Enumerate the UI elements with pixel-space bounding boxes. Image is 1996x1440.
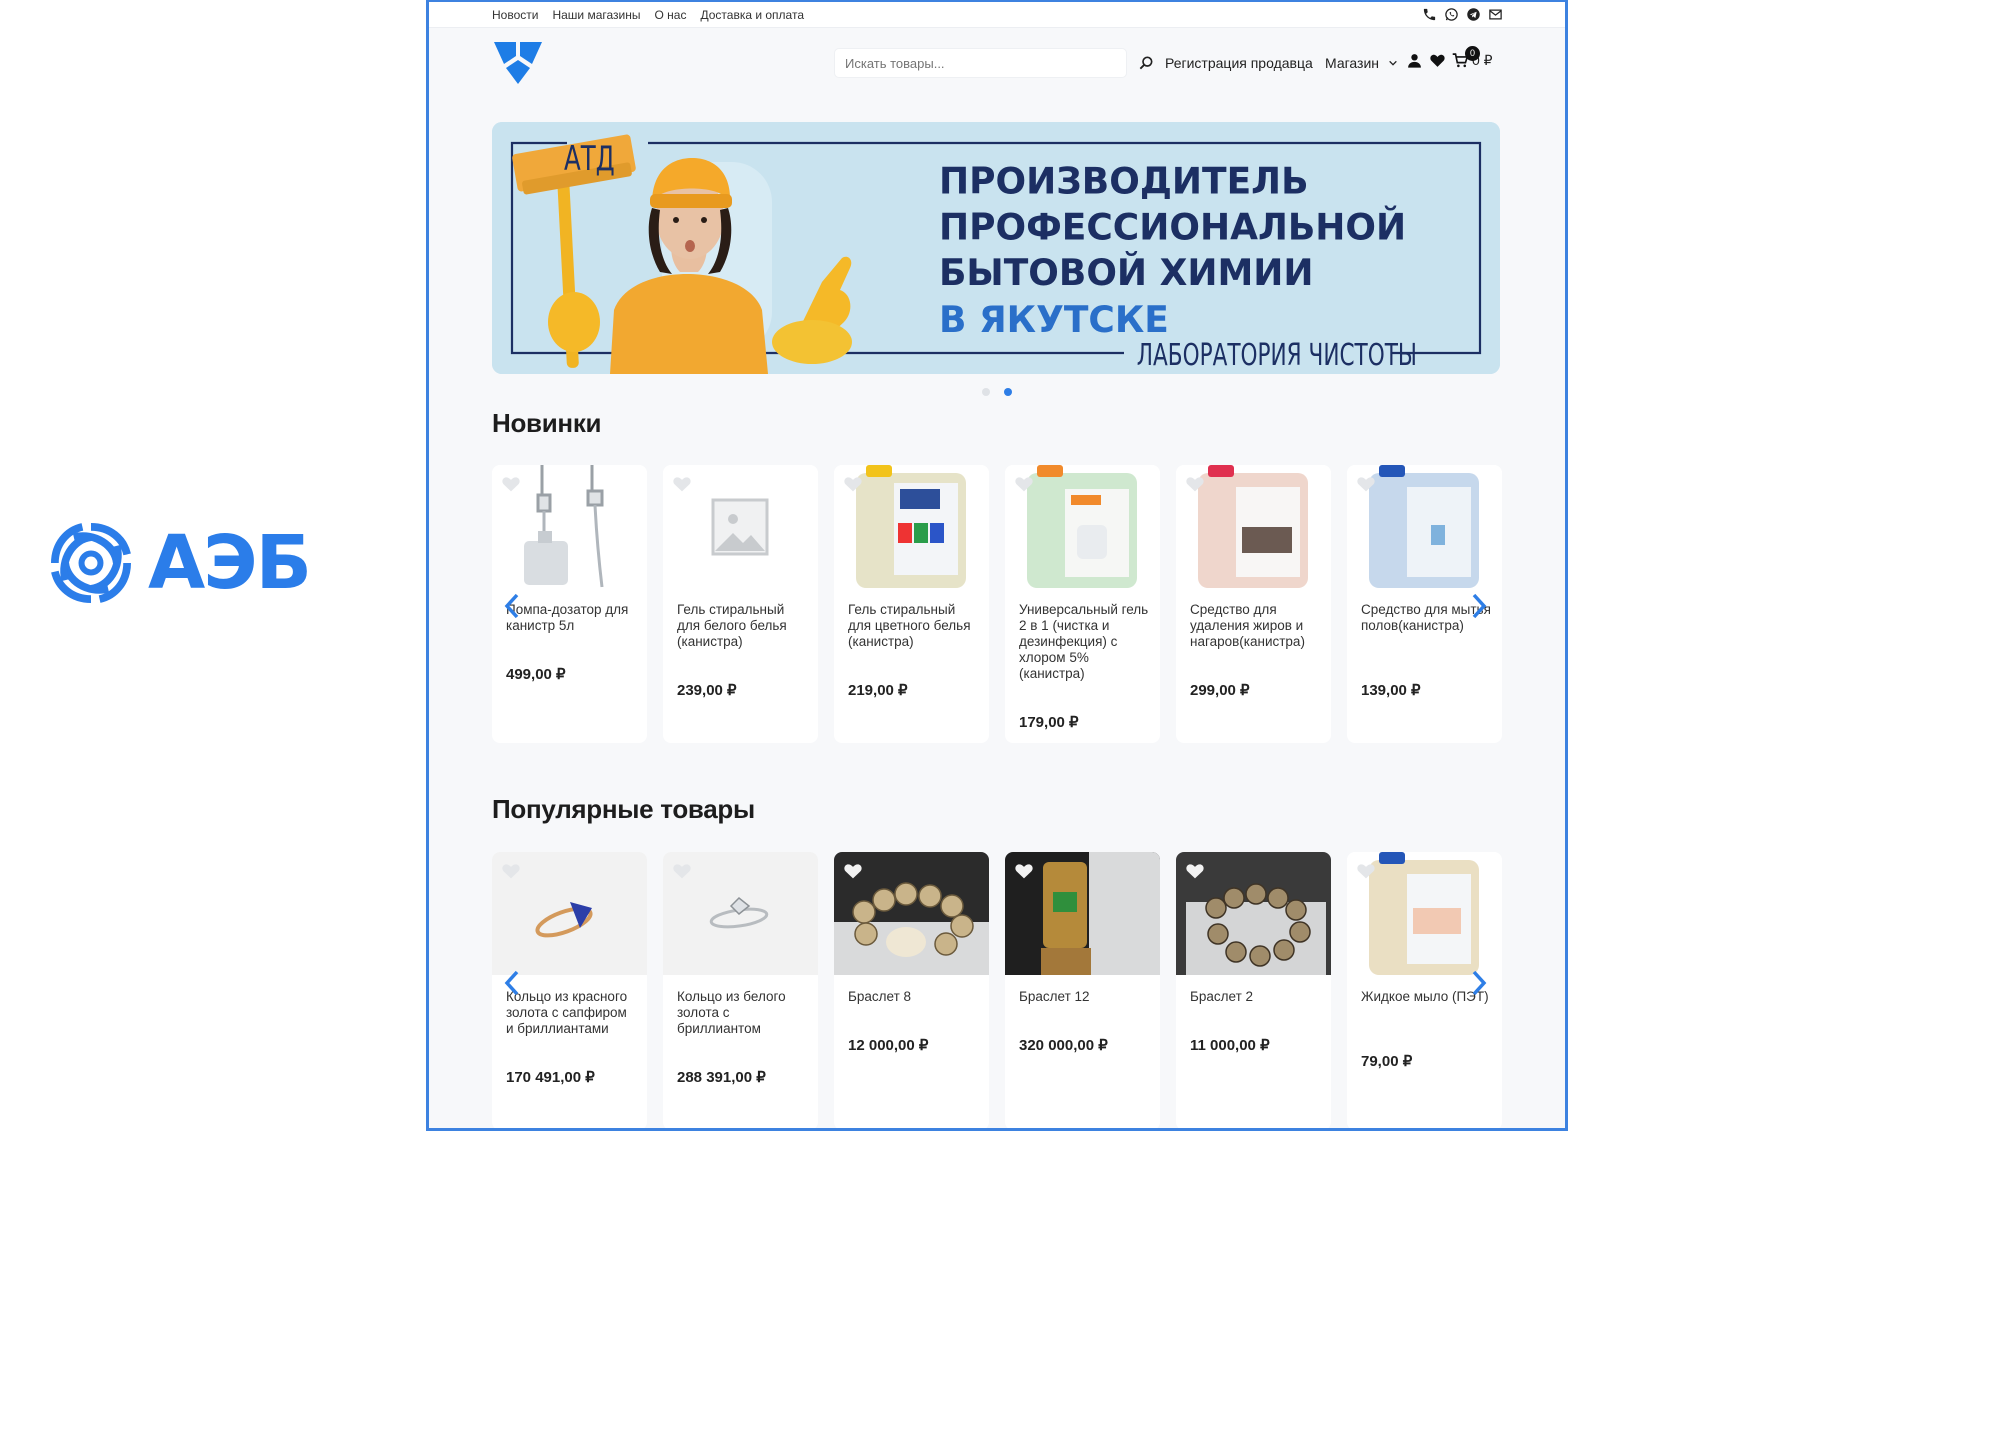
product-name[interactable]: Браслет 2 [1190,989,1320,1005]
product-name[interactable]: Браслет 8 [848,989,978,1005]
product-name[interactable]: Помпа-дозатор для канистр 5л [506,602,636,634]
wishlist-heart-icon[interactable] [1014,862,1034,880]
product-name[interactable]: Браслет 12 [1019,989,1149,1005]
banner-brand-text: АТД [564,139,615,179]
search-input[interactable] [834,48,1127,78]
banner-line-2: ПРОФЕССИОНАЛЬНОЙ [939,205,1406,248]
product-card[interactable]: Браслет 2 11 000,00 ₽ [1176,852,1331,1128]
social-links [1422,7,1503,22]
heart-icon[interactable] [1429,52,1446,69]
section-title-new: Новинки [492,408,602,438]
product-price: 139,00 ₽ [1361,682,1421,699]
cart-count-badge: 0 [1465,46,1480,61]
popular-products-carousel: Кольцо из красного золота с сапфиром и б… [492,852,1502,1128]
banner-line-3: БЫТОВОЙ ХИМИИ [939,251,1314,294]
wishlist-heart-icon[interactable] [843,862,863,880]
product-name[interactable]: Кольцо из белого золота с бриллиантом [677,989,807,1037]
carousel-prev-arrow-icon[interactable] [504,970,520,996]
banner-line-1: ПРОИЗВОДИТЕЛЬ [939,159,1309,202]
chevron-down-icon [1389,60,1397,66]
product-price: 288 391,00 ₽ [677,1069,766,1086]
product-price: 79,00 ₽ [1361,1053,1413,1070]
product-name[interactable]: Гель стиральный для цветного белья (кани… [848,602,978,650]
promo-banner[interactable]: АТД ПРОИЗВОДИТЕЛЬ ПРОФЕССИОНАЛЬНОЙ БЫТОВ… [492,122,1500,374]
nav-link-delivery[interactable]: Доставка и оплата [700,8,804,22]
brand-name: АЭБ [148,520,312,606]
product-name[interactable]: Кольцо из красного золота с сапфиром и б… [506,989,636,1037]
mail-icon[interactable] [1488,7,1503,22]
nav-link-about[interactable]: О нас [655,8,687,22]
banner-line-4: В ЯКУТСКЕ [939,298,1169,341]
product-card[interactable]: Средство для удаления жиров и нагаров(ка… [1176,465,1331,743]
wishlist-heart-icon[interactable] [1185,475,1205,493]
wishlist-heart-icon[interactable] [672,862,692,880]
nav-link-stores[interactable]: Наши магазины [552,8,640,22]
slider-dot-2[interactable] [1004,388,1012,396]
site-logo-icon[interactable] [492,40,544,86]
wishlist-heart-icon[interactable] [672,475,692,493]
nav-link-news[interactable]: Новости [492,8,538,22]
carousel-next-arrow-icon[interactable] [1471,970,1487,996]
banner-graphic: АТД ПРОИЗВОДИТЕЛЬ ПРОФЕССИОНАЛЬНОЙ БЫТОВ… [492,122,1500,374]
product-name[interactable]: Средство для удаления жиров и нагаров(ка… [1190,602,1320,650]
product-card[interactable]: Браслет 12 320 000,00 ₽ [1005,852,1160,1128]
shop-menu-label: Магазин [1325,55,1380,71]
product-price: 320 000,00 ₽ [1019,1037,1108,1054]
header: Регистрация продавца Магазин 0 ₽ 0 [429,28,1565,116]
product-card[interactable]: Гель стиральный для цветного белья (кани… [834,465,989,743]
website-frame: Новости Наши магазины О нас Доставка и о… [426,0,1568,1131]
banner-tagline: ЛАБОРАТОРИЯ ЧИСТОТЫ [1137,338,1417,372]
wishlist-heart-icon[interactable] [501,475,521,493]
product-card[interactable]: Браслет 8 12 000,00 ₽ [834,852,989,1128]
new-products-carousel: Помпа-дозатор для канистр 5л 499,00 ₽ Ге… [492,465,1502,745]
product-price: 299,00 ₽ [1190,682,1250,699]
top-nav: Новости Наши магазины О нас Доставка и о… [492,8,804,22]
carousel-prev-arrow-icon[interactable] [504,593,520,619]
section-title-popular: Популярные товары [492,794,755,824]
telegram-icon[interactable] [1466,7,1481,22]
product-name[interactable]: Гель стиральный для белого белья (канист… [677,602,807,650]
seller-registration-link[interactable]: Регистрация продавца [1165,55,1313,71]
wishlist-heart-icon[interactable] [1356,862,1376,880]
product-price: 179,00 ₽ [1019,714,1079,731]
product-card[interactable]: Гель стиральный для белого белья (канист… [663,465,818,743]
wishlist-heart-icon[interactable] [1014,475,1034,493]
wishlist-heart-icon[interactable] [501,862,521,880]
wishlist-heart-icon[interactable] [1356,475,1376,493]
product-price: 12 000,00 ₽ [848,1037,929,1054]
product-card[interactable]: Кольцо из белого золота с бриллиантом 28… [663,852,818,1128]
search-icon[interactable] [1138,55,1154,71]
product-card[interactable]: Универсальный гель 2 в 1 (чистка и дезин… [1005,465,1160,743]
product-name[interactable]: Универсальный гель 2 в 1 (чистка и дезин… [1019,602,1149,682]
shop-menu-dropdown[interactable]: Магазин [1325,55,1398,71]
carousel-next-arrow-icon[interactable] [1471,593,1487,619]
slider-dot-1[interactable] [982,388,990,396]
phone-icon[interactable] [1422,7,1437,22]
brand-logo-icon [51,523,131,603]
top-bar: Новости Наши магазины О нас Доставка и о… [429,2,1565,28]
whatsapp-icon[interactable] [1444,7,1459,22]
product-price: 219,00 ₽ [848,682,908,699]
wishlist-heart-icon[interactable] [843,475,863,493]
product-price: 239,00 ₽ [677,682,737,699]
slider-dots [982,388,1012,396]
product-price: 11 000,00 ₽ [1190,1037,1270,1054]
brand-block: АЭБ [48,520,312,606]
user-icon[interactable] [1406,52,1423,69]
product-price: 499,00 ₽ [506,666,566,683]
wishlist-heart-icon[interactable] [1185,862,1205,880]
product-price: 170 491,00 ₽ [506,1069,595,1086]
